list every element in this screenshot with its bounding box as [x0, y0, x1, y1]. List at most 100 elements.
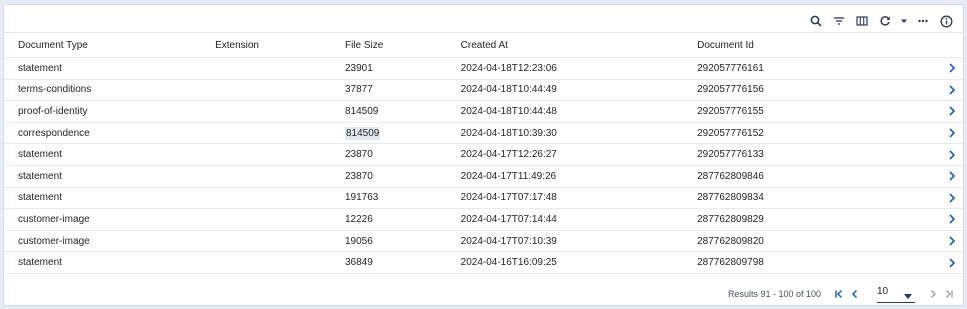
cell-document-type: correspondence: [4, 122, 216, 145]
cell-extension: [215, 100, 345, 123]
cell-document-id: 287762809846: [697, 165, 941, 188]
column-header-created-at[interactable]: Created At: [460, 32, 698, 58]
cell-file-size: 191763: [344, 187, 461, 210]
last-page-icon[interactable]: [941, 286, 957, 302]
table-row[interactable]: terms-conditions 37877 2024-04-18T10:44:…: [4, 79, 963, 102]
chevron-right-icon[interactable]: [941, 85, 963, 95]
chevron-right-icon[interactable]: [941, 106, 963, 117]
chevron-right-icon[interactable]: [941, 258, 963, 268]
cell-created-at: 2024-04-18T10:39:30: [460, 122, 698, 145]
cell-file-size: 37877: [344, 79, 461, 102]
row-open-button[interactable]: [940, 187, 963, 210]
chevron-right-icon[interactable]: [941, 63, 963, 73]
cell-extension: [215, 57, 345, 80]
row-open-button[interactable]: [940, 100, 963, 123]
table-body: statement 23901 2024-04-18T12:23:06 2920…: [4, 57, 963, 274]
cell-document-id: 292057776156: [697, 79, 941, 102]
cell-document-id: 292057776133: [697, 143, 941, 166]
table-row[interactable]: statement 23901 2024-04-18T12:23:06 2920…: [4, 57, 963, 80]
previous-page-icon[interactable]: [847, 286, 863, 302]
columns-icon[interactable]: [851, 10, 873, 32]
cell-created-at: 2024-04-18T12:23:06: [460, 57, 698, 80]
caret-down-icon: [904, 293, 912, 299]
chevron-right-icon[interactable]: [941, 128, 963, 138]
documents-panel: Document Type Extension File Size Create…: [3, 4, 964, 306]
cell-file-size: 23901: [344, 57, 461, 80]
cell-document-id: 287762809798: [697, 251, 941, 274]
row-open-button[interactable]: [940, 208, 963, 231]
row-open-button[interactable]: [940, 165, 963, 188]
next-page-icon[interactable]: [925, 286, 941, 302]
row-open-button[interactable]: [940, 143, 963, 166]
cell-file-size: 23870: [344, 165, 461, 188]
table-row[interactable]: statement 191763 2024-04-17T07:17:48 287…: [4, 187, 963, 210]
table-row[interactable]: correspondence 814509 2024-04-18T10:39:3…: [4, 122, 963, 145]
column-header-extension[interactable]: Extension: [215, 32, 345, 58]
pagination-bar: Results 91 - 100 of 100 10: [728, 285, 957, 303]
cell-extension: [215, 230, 345, 253]
cell-document-type: statement: [4, 187, 216, 210]
cell-created-at: 2024-04-18T10:44:48: [460, 100, 698, 123]
cell-extension: [215, 122, 345, 145]
cell-document-id: 292057776161: [697, 57, 941, 80]
page-size-value: 10: [877, 285, 889, 297]
row-open-button[interactable]: [940, 122, 963, 145]
refresh-icon[interactable]: [874, 10, 896, 32]
cell-extension: [215, 187, 345, 210]
chevron-right-icon[interactable]: [941, 150, 963, 160]
row-open-button[interactable]: [940, 251, 963, 274]
cell-extension: [215, 251, 345, 274]
chevron-right-icon[interactable]: [941, 236, 963, 246]
cell-document-type: statement: [4, 251, 216, 274]
cell-created-at: 2024-04-17T07:17:48: [460, 187, 698, 210]
documents-table: Document Type Extension File Size Create…: [4, 32, 963, 274]
cell-file-size: 814509: [344, 122, 461, 145]
table-row[interactable]: customer-image 12226 2024-04-17T07:14:44…: [4, 208, 963, 231]
chevron-right-icon[interactable]: [941, 214, 963, 225]
row-open-button[interactable]: [940, 79, 963, 102]
cell-document-type: statement: [4, 165, 216, 188]
selected-text-highlight: 814509: [344, 126, 381, 140]
column-header-actions: [940, 32, 963, 58]
dropdown-caret-icon[interactable]: [897, 10, 911, 32]
first-page-icon[interactable]: [831, 286, 847, 302]
table-header-row: Document Type Extension File Size Create…: [4, 32, 963, 58]
table-row[interactable]: proof-of-identity 814509 2024-04-18T10:4…: [4, 100, 963, 123]
column-header-document-type[interactable]: Document Type: [4, 32, 216, 58]
row-open-button[interactable]: [940, 57, 963, 80]
cell-created-at: 2024-04-18T10:44:49: [460, 79, 698, 102]
cell-document-type: statement: [4, 143, 216, 166]
cell-extension: [215, 79, 345, 102]
cell-document-type: customer-image: [4, 230, 216, 253]
table-row[interactable]: statement 23870 2024-04-17T12:26:27 2920…: [4, 143, 963, 166]
chevron-right-icon[interactable]: [941, 193, 963, 203]
table-row[interactable]: statement 23870 2024-04-17T11:49:26 2877…: [4, 165, 963, 188]
search-icon[interactable]: [805, 10, 827, 32]
cell-file-size: 19056: [344, 230, 461, 253]
column-header-document-id[interactable]: Document Id: [697, 32, 941, 58]
chevron-right-icon[interactable]: [941, 171, 963, 181]
cell-extension: [215, 165, 345, 188]
column-header-file-size[interactable]: File Size: [344, 32, 461, 58]
table-row[interactable]: statement 36849 2024-04-16T16:09:25 2877…: [4, 251, 963, 274]
cell-document-type: proof-of-identity: [4, 100, 216, 123]
table-row[interactable]: customer-image 19056 2024-04-17T07:10:39…: [4, 230, 963, 253]
cell-file-size: 814509: [344, 100, 461, 123]
page-size-select[interactable]: 10: [877, 286, 915, 303]
table-toolbar: [804, 9, 957, 33]
cell-document-type: customer-image: [4, 208, 216, 231]
cell-document-id: 287762809829: [697, 208, 941, 231]
filter-icon[interactable]: [828, 10, 850, 32]
cell-file-size: 12226: [344, 208, 461, 231]
cell-document-id: 287762809834: [697, 187, 941, 210]
cell-created-at: 2024-04-17T07:10:39: [460, 230, 698, 253]
cell-created-at: 2024-04-17T11:49:26: [460, 165, 698, 188]
results-count: Results 91 - 100 of 100: [727, 289, 821, 299]
info-icon[interactable]: [935, 10, 957, 32]
cell-created-at: 2024-04-16T16:09:25: [460, 251, 698, 274]
more-icon[interactable]: [912, 10, 934, 32]
cell-created-at: 2024-04-17T12:26:27: [460, 143, 698, 166]
row-open-button[interactable]: [940, 230, 963, 253]
cell-document-type: terms-conditions: [4, 79, 216, 102]
cell-extension: [215, 208, 345, 231]
